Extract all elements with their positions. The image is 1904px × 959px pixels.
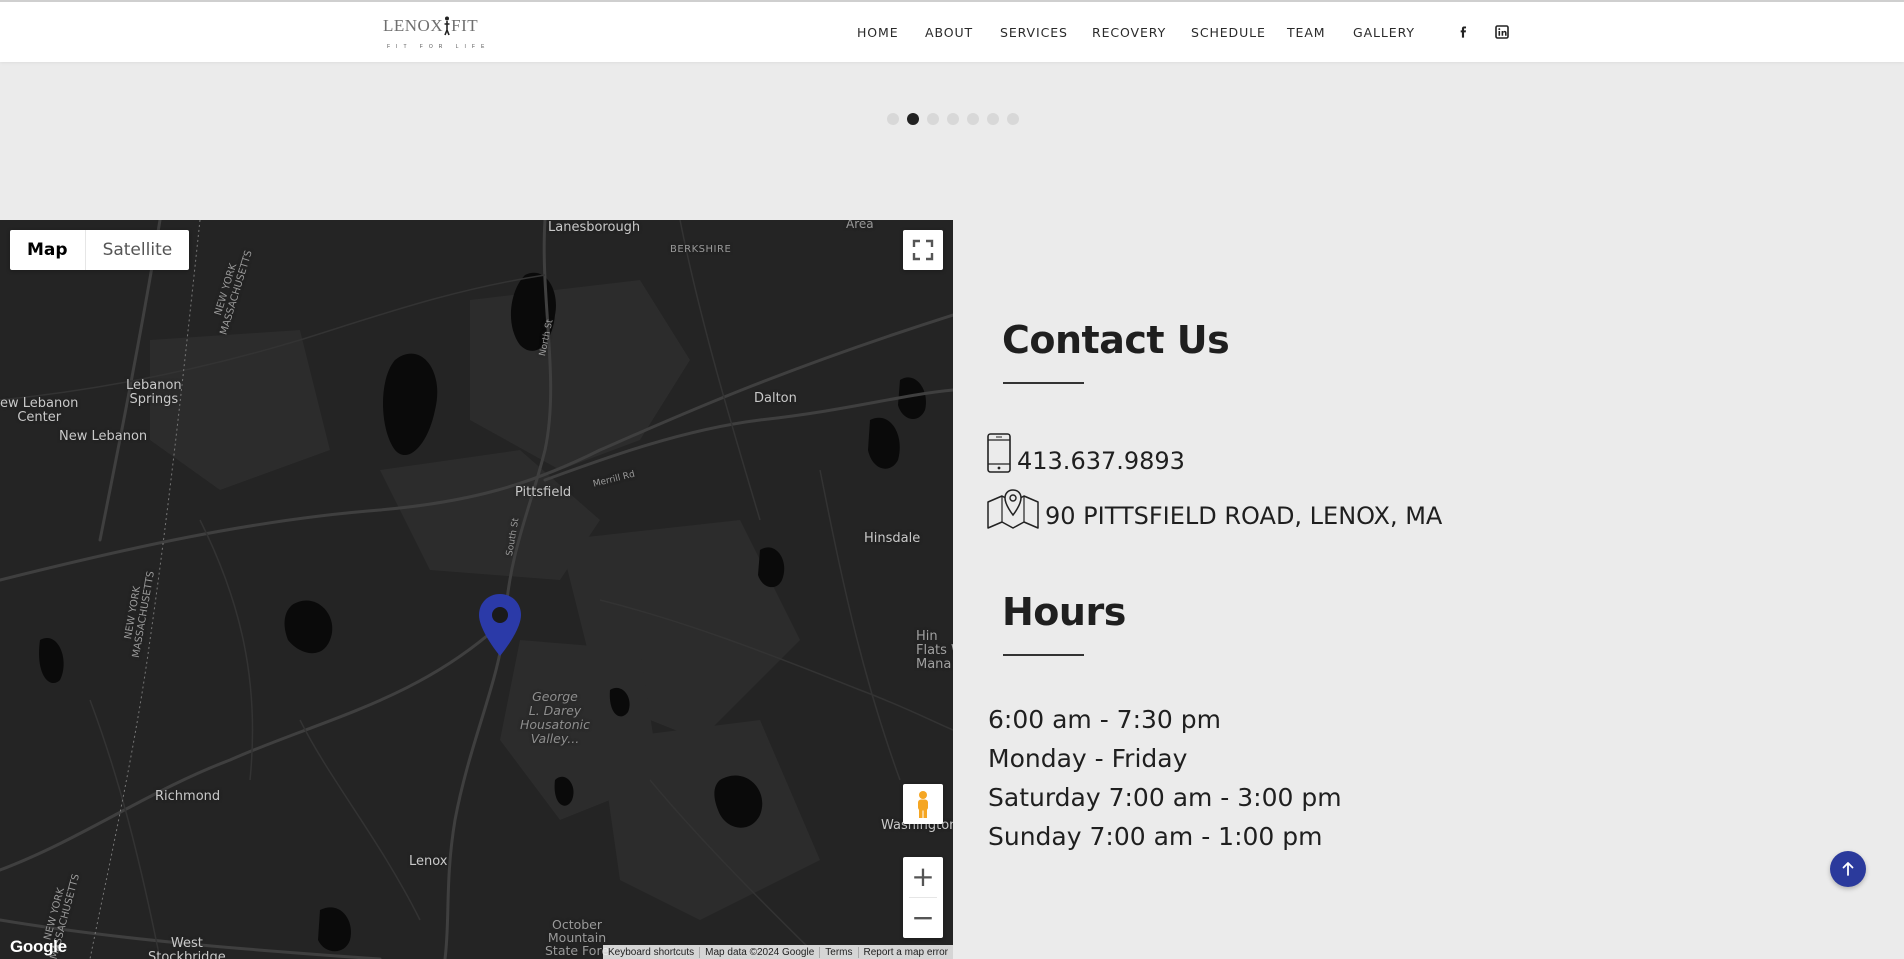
map-data-text: Map data ©2024 Google	[699, 946, 819, 958]
map-label-hinsdale: Hinsdale	[864, 531, 921, 546]
map-type-satellite-button[interactable]: Satellite	[86, 230, 190, 270]
google-logo[interactable]: Google	[10, 937, 67, 957]
logo-wordmark: LENOX FIT	[383, 16, 479, 35]
hours-line-2: Monday - Friday	[988, 744, 1188, 773]
nav-about[interactable]: ABOUT	[925, 25, 973, 40]
nav-schedule[interactable]: SCHEDULE	[1191, 25, 1266, 40]
contact-heading-rule	[1003, 382, 1084, 384]
map-label-richmond: Richmond	[155, 789, 221, 804]
map-type-control: Map Satellite	[10, 230, 190, 270]
carousel-dot-5[interactable]	[967, 113, 979, 125]
map-label-pittsfield: Pittsfield	[515, 485, 572, 500]
hours-heading: Hours	[1002, 590, 1126, 634]
nav-gallery[interactable]: GALLERY	[1353, 25, 1415, 40]
fullscreen-button[interactable]	[903, 230, 943, 270]
zoom-control: + −	[903, 857, 943, 938]
site-header: LENOX FIT FIT FOR LIFE HOME ABOUT SERVICE…	[0, 0, 1904, 62]
map-label-area: Area	[846, 220, 874, 231]
google-map[interactable]: Lanesborough BERKSHIRE Area NEW YORK MAS…	[0, 220, 953, 959]
zoom-in-button[interactable]: +	[903, 857, 943, 897]
keyboard-shortcuts-link[interactable]: Keyboard shortcuts	[603, 947, 699, 958]
carousel-dot-6[interactable]	[987, 113, 999, 125]
map-label-dalton: Dalton	[754, 391, 797, 406]
map-label-hinsdale-flats: Hin Flats W Mana	[916, 629, 953, 672]
phone-icon	[987, 433, 1011, 473]
map-label-berkshire: BERKSHIRE	[670, 244, 732, 255]
map-label-new-lebanon: New Lebanon	[59, 429, 148, 444]
fullscreen-icon	[912, 239, 934, 261]
map-location-icon	[987, 489, 1039, 529]
zoom-out-button[interactable]: −	[903, 898, 943, 938]
location-pin-icon[interactable]	[476, 592, 524, 658]
nav-home[interactable]: HOME	[857, 25, 899, 40]
carousel-dot-3[interactable]	[927, 113, 939, 125]
contact-heading: Contact Us	[1002, 318, 1230, 362]
map-label-west-stockbridge: West Stockbridge	[148, 936, 226, 959]
hours-heading-rule	[1003, 654, 1084, 656]
nav-team[interactable]: TEAM	[1287, 25, 1325, 40]
hours-line-3: Saturday 7:00 am - 3:00 pm	[988, 783, 1342, 812]
logo-figure-icon	[444, 16, 450, 36]
arrow-up-icon	[1842, 862, 1854, 876]
logo-tagline: FIT FOR LIFE	[387, 44, 491, 50]
carousel-dot-2[interactable]	[907, 113, 919, 125]
contact-phone[interactable]: 413.637.9893	[1017, 447, 1185, 475]
facebook-icon[interactable]	[1456, 24, 1472, 40]
site-logo[interactable]: LENOX FIT FIT FOR LIFE	[383, 16, 484, 52]
map-type-map-button[interactable]: Map	[10, 230, 86, 270]
report-map-error-link[interactable]: Report a map error	[857, 946, 953, 958]
pegman-icon	[918, 791, 928, 818]
carousel-dot-7[interactable]	[1007, 113, 1019, 125]
map-label-october-mountain: October Mountain State Fore	[545, 917, 610, 958]
carousel-dot-4[interactable]	[947, 113, 959, 125]
nav-recovery[interactable]: RECOVERY	[1092, 25, 1166, 40]
back-to-top-button[interactable]	[1830, 851, 1866, 887]
hours-line-4: Sunday 7:00 am - 1:00 pm	[988, 822, 1323, 851]
hours-line-1: 6:00 am - 7:30 pm	[988, 705, 1221, 734]
linkedin-icon[interactable]	[1494, 24, 1510, 40]
nav-services[interactable]: SERVICES	[1000, 25, 1068, 40]
map-label-new-lebanon-center: ew Lebanon Center	[0, 396, 79, 425]
map-label-lanesborough: Lanesborough	[548, 220, 641, 235]
terms-link[interactable]: Terms	[819, 946, 857, 958]
map-attribution: Keyboard shortcuts Map data ©2024 Google…	[602, 945, 953, 959]
map-label-lenox: Lenox	[409, 854, 448, 869]
carousel-dot-1[interactable]	[887, 113, 899, 125]
map-label-lebanon-springs: Lebanon Springs	[126, 378, 182, 407]
map-label-george-darey: George L. Darey Housatonic Valley...	[520, 689, 590, 746]
street-view-button[interactable]	[903, 784, 943, 824]
contact-address: 90 PITTSFIELD ROAD, LENOX, MA	[1045, 502, 1443, 530]
